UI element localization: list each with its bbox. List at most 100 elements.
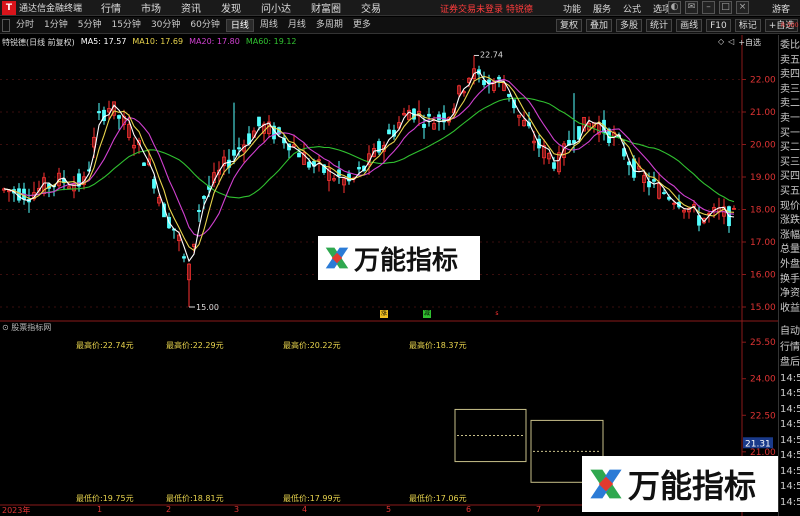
period-toolbar: 分时 1分钟 5分钟 15分钟 30分钟 60分钟 日线 周线 月线 多周期 更… — [0, 17, 800, 34]
candle-body — [297, 152, 301, 158]
period-daily[interactable]: 日线 — [225, 18, 254, 32]
diamond-icon[interactable]: ◇ — [718, 37, 724, 48]
ma-legend: 特锐德(日线 前复权) MA5: 17.57 MA10: 17.69 MA20:… — [2, 37, 297, 48]
reduce-badge: 减 — [423, 310, 431, 318]
menu-service[interactable]: 服务 — [593, 2, 611, 15]
side-item: 盘后 — [780, 357, 800, 368]
side-item: 收益 — [780, 302, 800, 314]
candle-body — [197, 210, 201, 213]
guest-user[interactable]: 游客 — [772, 2, 790, 15]
stats-button[interactable]: 统计 — [646, 19, 673, 32]
ma20-value: MA20: 17.80 — [189, 37, 240, 46]
menu-quotes[interactable]: 行情 — [101, 0, 121, 15]
candle-body — [17, 188, 21, 201]
month-tick: 6 — [466, 505, 472, 514]
side-item: 14:5 — [780, 388, 800, 399]
side-item: 14:5 — [780, 481, 800, 492]
price-label: 16.00 — [750, 271, 776, 281]
low-label: 最低价:17.06元 — [409, 494, 467, 503]
watermark-mark-icon — [590, 469, 622, 499]
candle-body — [427, 113, 431, 117]
side-item: 外盘 — [780, 259, 800, 270]
f10-button[interactable]: F10 — [706, 19, 731, 32]
menu-discover[interactable]: 发现 — [221, 0, 241, 15]
side-item: 现价 — [780, 200, 800, 212]
high-label: 最高价:22.29元 — [166, 341, 224, 350]
menu-wealth[interactable]: 财富圈 — [311, 0, 341, 15]
side-item: 卖二 — [780, 98, 800, 110]
month-tick: 5 — [386, 505, 392, 514]
candle-body — [507, 93, 511, 97]
period-5min[interactable]: 5分钟 — [74, 19, 106, 32]
month-tick: 4 — [302, 505, 308, 514]
stock-label: 特锐德(日线 前复权) — [2, 38, 75, 47]
period-1min[interactable]: 1分钟 — [40, 19, 72, 32]
panel-toggle-icon[interactable] — [2, 18, 10, 32]
low-marker: 15.00 — [196, 303, 219, 312]
menu-news[interactable]: 资讯 — [181, 0, 201, 15]
candle-body — [652, 179, 656, 182]
ma60-value: MA60: 19.12 — [245, 37, 297, 46]
minimize-icon[interactable]: – — [702, 1, 715, 14]
skin-icon[interactable]: ◐ — [668, 1, 681, 14]
ma5-value: MA5: 17.57 — [80, 37, 127, 46]
side-item: 14:5 — [780, 465, 800, 477]
period-15min[interactable]: 15分钟 — [107, 19, 144, 32]
watermark-text: 万能指标 — [354, 245, 459, 276]
month-tick: 3 — [234, 505, 240, 514]
add-watch-link[interactable]: +自选 — [738, 37, 761, 48]
message-icon[interactable]: ✉ — [685, 1, 698, 14]
period-60min[interactable]: 60分钟 — [186, 19, 223, 32]
month-tick: 7 — [536, 505, 542, 514]
menu-ask[interactable]: 问小达 — [261, 0, 291, 15]
login-notice[interactable]: 证券交易未登录 特锐德 — [440, 2, 533, 15]
side-item: 自动 — [780, 326, 800, 337]
menu-functions[interactable]: 功能 — [563, 2, 581, 15]
side-item: 买五 — [780, 186, 800, 197]
maximize-icon[interactable]: □ — [719, 1, 732, 14]
side-item: 卖四 — [780, 69, 800, 81]
multi-stock-button[interactable]: 多股 — [616, 19, 643, 32]
overlay-button[interactable]: 叠加 — [586, 19, 613, 32]
month-tick: 1 — [97, 505, 103, 514]
draw-button[interactable]: 画线 — [676, 19, 703, 32]
mark-button[interactable]: 标记 — [734, 19, 761, 32]
period-intraday[interactable]: 分时 — [12, 19, 38, 32]
side-item: 换手 — [780, 273, 800, 285]
period-30min[interactable]: 30分钟 — [147, 19, 184, 32]
close-icon[interactable]: × — [736, 1, 749, 14]
period-more[interactable]: 更多 — [349, 19, 375, 32]
period-multi[interactable]: 多周期 — [312, 19, 347, 32]
side-item: 14:5 — [780, 496, 800, 508]
menu-bar: T 通达信金融终端 行情 市场 资讯 发现 问小达 财富圈 交易 证券交易未登录… — [0, 0, 800, 16]
menu-trade[interactable]: 交易 — [361, 0, 381, 15]
prev-icon[interactable]: ◁ — [728, 37, 734, 48]
candle-body — [232, 149, 236, 156]
watermark-mark-icon — [325, 247, 349, 269]
side-item: 14:5 — [780, 419, 800, 430]
candle-body — [117, 115, 121, 119]
side-item: 涨跌 — [780, 215, 800, 227]
side-item: 行情 — [780, 341, 800, 353]
candle-body — [497, 76, 501, 80]
side-item: 14:5 — [780, 372, 800, 384]
watermark-text: 万能指标 — [628, 467, 757, 505]
menu-market[interactable]: 市场 — [141, 0, 161, 15]
period-monthly[interactable]: 月线 — [284, 19, 310, 32]
app-title: 通达信金融终端 — [19, 4, 83, 14]
price-label: 18.00 — [750, 206, 776, 216]
candle-body — [182, 256, 186, 259]
period-weekly[interactable]: 周线 — [256, 19, 282, 32]
adjust-button[interactable]: 复权 — [556, 19, 583, 32]
price-label: 19.00 — [750, 173, 776, 183]
indicator-title: ⊙ 股票指标网 — [2, 323, 52, 332]
candle-body — [202, 195, 206, 199]
candle-body — [357, 166, 361, 170]
year-label: 2023年 — [2, 506, 31, 515]
sub-axis-label: 25.50 — [750, 338, 776, 348]
sub-axis-label: 24.00 — [750, 375, 776, 385]
menu-formula[interactable]: 公式 — [623, 2, 641, 15]
side-item: 14:5 — [780, 434, 800, 446]
side-item: 委比 — [780, 40, 800, 51]
chart-tools: ◇ ◁ +自选 — [718, 37, 761, 48]
